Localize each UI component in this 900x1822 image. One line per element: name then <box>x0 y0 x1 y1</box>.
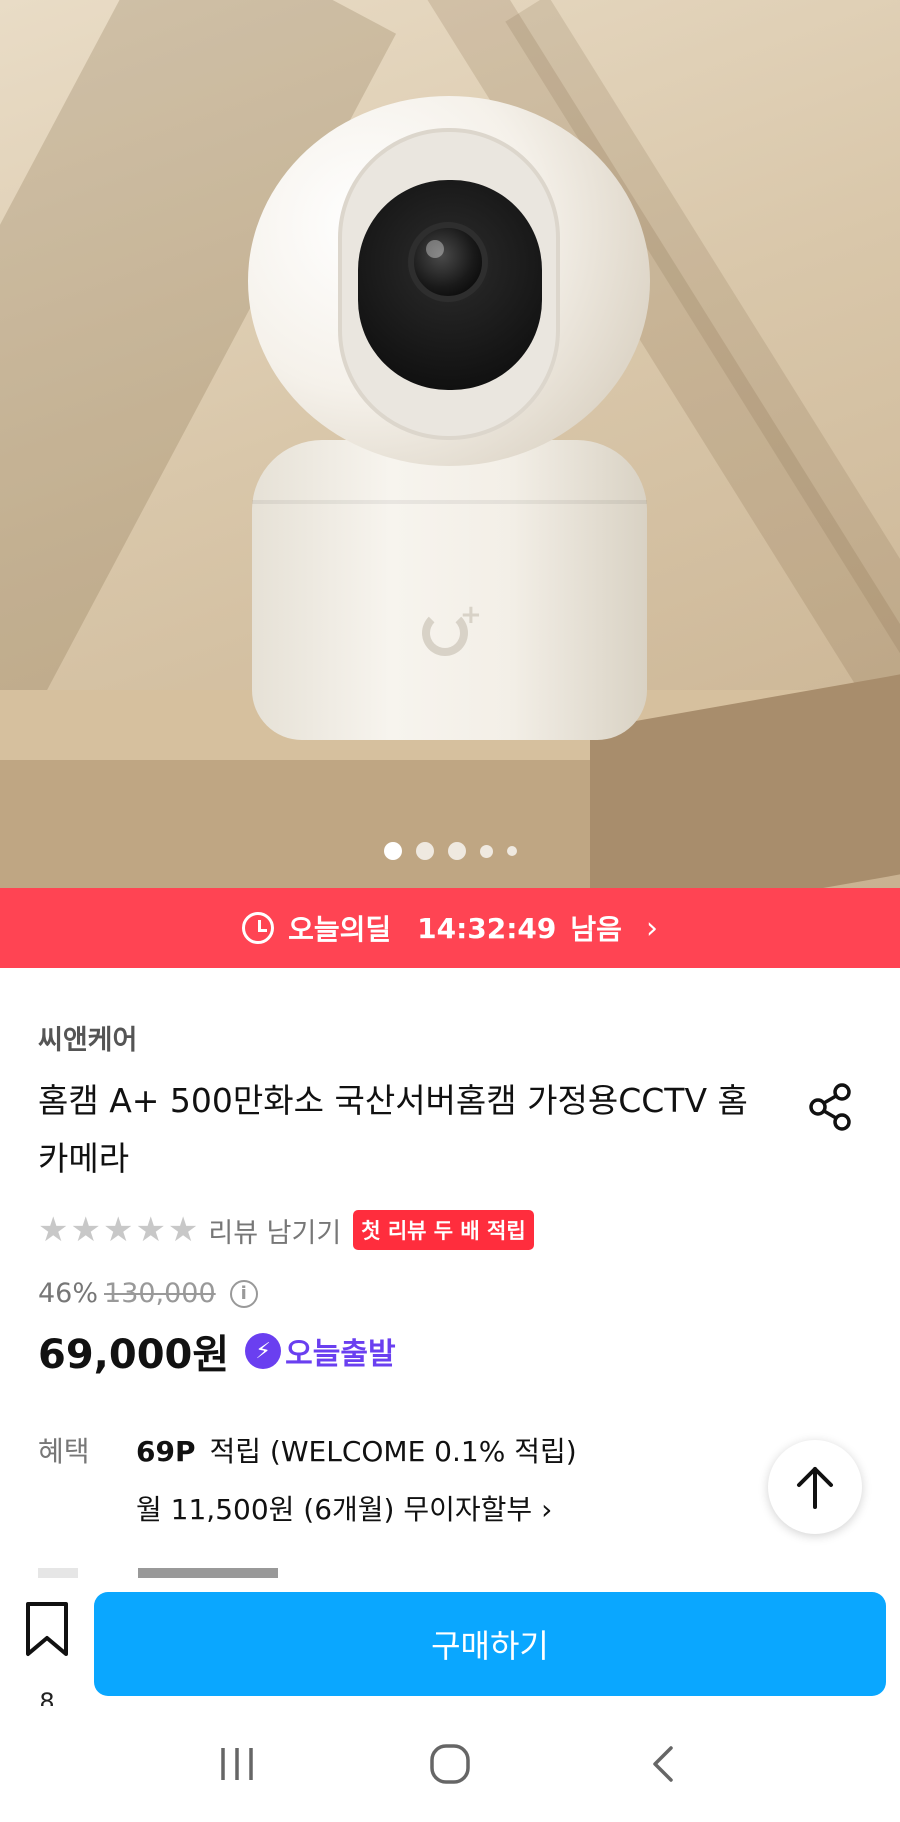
star-icon: ★★★★★ <box>38 1210 201 1250</box>
discount-rate: 46% <box>38 1278 99 1309</box>
carousel-dot[interactable] <box>383 842 402 860</box>
product-title: 홈캠 A+ 500만화소 국산서버홈캠 가정용CCTV 홈카메라 <box>38 1081 748 1178</box>
benefit-label: 혜택 <box>38 1435 90 1468</box>
clock-icon <box>242 912 275 944</box>
scroll-to-top-button[interactable] <box>768 1440 862 1534</box>
points-text: 적립 (WELCOME 0.1% 적립) <box>209 1435 577 1468</box>
points-amount: 69P <box>136 1435 196 1468</box>
deal-countdown: 14:32:49 <box>417 911 557 945</box>
brand-name[interactable]: 씨앤케어 <box>38 1018 137 1057</box>
purchase-bar: 8 구매하기 <box>0 1580 900 1716</box>
back-icon[interactable] <box>633 1734 693 1794</box>
cut-off-row <box>38 1568 278 1580</box>
arrow-up-icon <box>797 1467 833 1509</box>
share-icon[interactable] <box>806 1082 854 1132</box>
bookmark-icon <box>26 1602 68 1656</box>
info-icon[interactable]: i <box>229 1279 258 1308</box>
ships-today-label: 오늘출발 <box>285 1337 396 1372</box>
points-info: 69P 적립 (WELCOME 0.1% 적립) <box>136 1430 577 1470</box>
recent-apps-icon[interactable] <box>207 1734 267 1794</box>
carousel-dot[interactable] <box>415 842 434 860</box>
shelf-front <box>0 760 610 888</box>
chevron-right-icon: › <box>645 910 658 946</box>
system-nav-bar <box>0 1706 900 1822</box>
bolt-icon: ⚡ <box>245 1333 282 1369</box>
discount-row: 46% 130,000 i <box>38 1278 258 1309</box>
carousel-indicator <box>0 842 900 860</box>
write-review-link[interactable]: 리뷰 남기기 <box>208 1211 341 1250</box>
deal-suffix: 남음 <box>570 913 622 946</box>
buy-button[interactable]: 구매하기 <box>94 1592 886 1696</box>
bookmark-button[interactable]: 8 <box>22 1600 72 1716</box>
camera-lens <box>408 222 488 302</box>
sale-price: 69,000원 <box>38 1332 230 1378</box>
review-promo-badge: 첫 리뷰 두 배 적립 <box>353 1210 534 1250</box>
price-row: 69,000원 ⚡ 오늘출발 <box>38 1322 396 1380</box>
ships-today-badge: ⚡ 오늘출발 <box>245 1329 396 1373</box>
deal-label: 오늘의딜 <box>288 913 392 946</box>
todays-deal-banner[interactable]: 오늘의딜 14:32:49 남음 › <box>0 888 900 968</box>
original-price: 130,000 <box>104 1278 216 1309</box>
home-icon[interactable] <box>420 1734 480 1794</box>
carousel-dot[interactable] <box>479 844 493 858</box>
carousel-dot[interactable] <box>447 842 466 860</box>
product-image-carousel[interactable]: + <box>0 0 900 888</box>
carousel-dot[interactable] <box>506 846 517 856</box>
rating-row: ★★★★★ 리뷰 남기기 첫 리뷰 두 배 적립 <box>38 1210 534 1250</box>
installment-link[interactable]: 월 11,500원 (6개월) 무이자할부 › <box>136 1488 552 1528</box>
camera-base: + <box>252 440 647 740</box>
